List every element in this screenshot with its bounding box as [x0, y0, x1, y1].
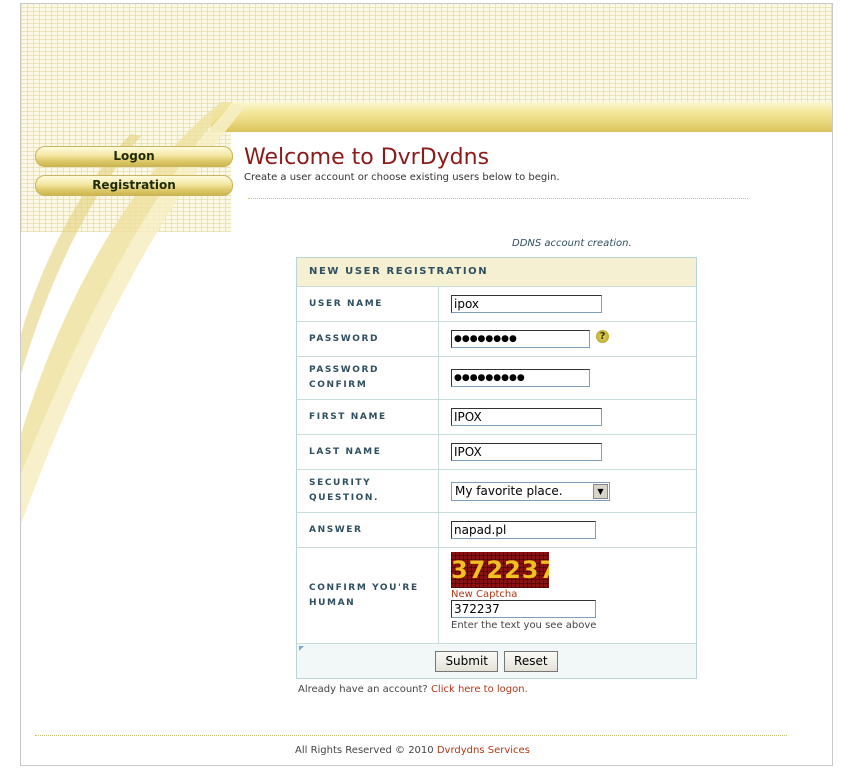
chevron-down-icon[interactable]: ▼ — [593, 483, 608, 499]
page-frame: Logon Registration Welcome to DvrDydns C… — [20, 3, 833, 766]
header-divider — [248, 198, 748, 199]
footer: All Rights Reserved © 2010 Dvrdydns Serv… — [295, 745, 530, 756]
row-last-name: LAST NAME IPOX — [297, 435, 696, 470]
footer-text: All Rights Reserved © 2010 — [295, 745, 434, 756]
last-name-label: LAST NAME — [297, 435, 439, 469]
form-actions: Submit Reset — [297, 644, 696, 678]
row-answer: ANSWER napad.pl — [297, 513, 696, 548]
password-input[interactable]: ●●●●●●●● — [451, 330, 590, 348]
password-confirm-label-line1: PASSWORD — [309, 365, 380, 375]
security-question-select[interactable]: My favorite place. ▼ — [451, 481, 610, 501]
new-captcha-link[interactable]: New Captcha — [451, 589, 596, 600]
security-question-label-line2: QUESTION. — [309, 493, 380, 503]
row-password-confirm: PASSWORD CONFIRM ●●●●●●●●● — [297, 357, 696, 400]
password-confirm-label-line2: CONFIRM — [309, 380, 368, 390]
reset-button[interactable]: Reset — [504, 650, 558, 672]
form-heading: NEW USER REGISTRATION — [297, 258, 696, 287]
corner-marker — [299, 646, 304, 651]
account-prompt-text: Already have an account? — [298, 684, 428, 695]
password-label: PASSWORD — [297, 322, 439, 356]
first-name-label: FIRST NAME — [297, 400, 439, 434]
captcha-image: 372237 — [451, 552, 549, 588]
ddns-caption: DDNS account creation. — [512, 238, 632, 249]
captcha-label-line1: CONFIRM YOU'RE — [309, 582, 419, 593]
captcha-label-line2: HUMAN — [309, 597, 356, 608]
captcha-hint: Enter the text you see above — [451, 620, 597, 631]
captcha-label: CONFIRM YOU'RE HUMAN — [297, 548, 439, 643]
username-label: USER NAME — [297, 287, 439, 321]
row-first-name: FIRST NAME IPOX — [297, 400, 696, 435]
row-password: PASSWORD ●●●●●●●● ? — [297, 322, 696, 357]
answer-label: ANSWER — [297, 513, 439, 547]
captcha-input[interactable]: 372237 — [451, 600, 596, 618]
security-question-selected: My favorite place. — [455, 484, 563, 498]
row-captcha: CONFIRM YOU'RE HUMAN 372237 New Captcha … — [297, 548, 696, 644]
nav-logon-label: Logon — [113, 149, 155, 163]
username-input[interactable]: ipox — [451, 295, 602, 313]
footer-link[interactable]: Dvrdydns Services — [437, 745, 530, 756]
password-confirm-input[interactable]: ●●●●●●●●● — [451, 369, 590, 387]
logon-link[interactable]: Click here to logon. — [431, 684, 528, 695]
password-confirm-label: PASSWORD CONFIRM — [297, 357, 439, 399]
submit-button[interactable]: Submit — [435, 650, 499, 672]
row-username: USER NAME ipox — [297, 287, 696, 322]
nav-registration-label: Registration — [92, 178, 176, 192]
last-name-input[interactable]: IPOX — [451, 443, 602, 461]
row-security-question: SECURITY QUESTION. My favorite place. ▼ — [297, 470, 696, 513]
nav-registration-button[interactable]: Registration — [35, 175, 233, 196]
account-prompt: Already have an account? Click here to l… — [298, 684, 528, 695]
nav-logon-button[interactable]: Logon — [35, 146, 233, 167]
first-name-input[interactable]: IPOX — [451, 408, 602, 426]
page-subtitle: Create a user account or choose existing… — [244, 172, 560, 183]
security-question-label-line1: SECURITY — [309, 478, 372, 488]
footer-divider — [35, 735, 787, 736]
page-title: Welcome to DvrDydns — [244, 145, 490, 170]
help-icon[interactable]: ? — [596, 330, 609, 343]
security-question-label: SECURITY QUESTION. — [297, 470, 439, 512]
answer-input[interactable]: napad.pl — [451, 521, 596, 539]
registration-form: NEW USER REGISTRATION USER NAME ipox PAS… — [296, 257, 697, 679]
